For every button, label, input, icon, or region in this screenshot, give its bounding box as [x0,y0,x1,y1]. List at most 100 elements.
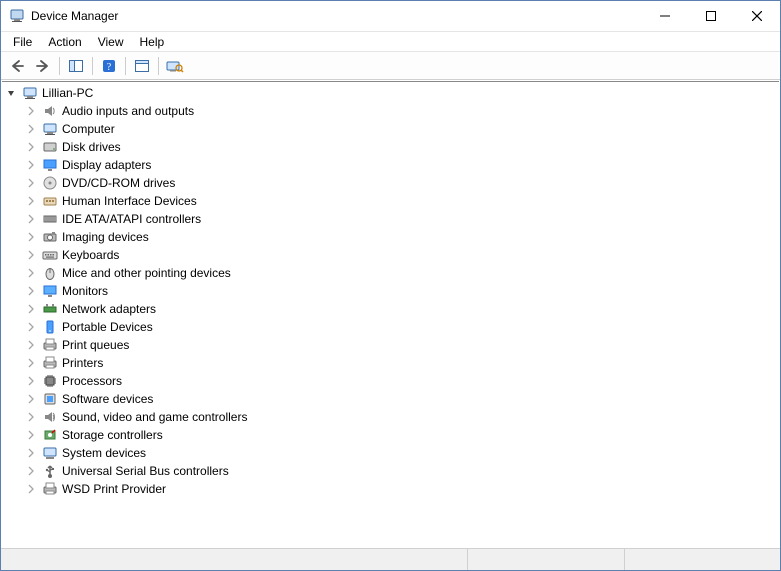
tree-category-label: Printers [62,356,103,370]
expander-icon[interactable] [26,340,40,350]
expander-icon[interactable] [26,484,40,494]
minimize-button[interactable] [642,1,688,31]
tree-category-node[interactable]: Monitors [26,282,775,300]
maximize-button[interactable] [688,1,734,31]
expander-icon[interactable] [26,322,40,332]
printqueue-icon [42,337,58,353]
show-hide-tree-button[interactable] [64,55,88,77]
expander-icon[interactable] [26,412,40,422]
sound-icon [42,409,58,425]
device-tree-panel[interactable]: Lillian-PCAudio inputs and outputs Comput… [2,81,779,547]
tree-category-node[interactable]: Sound, video and game controllers [26,408,775,426]
tree-category-node[interactable]: Human Interface Devices [26,192,775,210]
expander-icon[interactable] [26,124,40,134]
tree-category-node[interactable]: Universal Serial Bus controllers [26,462,775,480]
tree-category-node[interactable]: Mice and other pointing devices [26,264,775,282]
expander-icon[interactable] [26,394,40,404]
tree-category-node[interactable]: Keyboards [26,246,775,264]
menu-view[interactable]: View [90,34,132,50]
expander-icon[interactable] [26,268,40,278]
ide-icon [42,211,58,227]
tree-category-label: Disk drives [62,140,121,154]
tree-category-label: Human Interface Devices [62,194,197,208]
tree-root-node[interactable]: Lillian-PC [6,84,775,102]
tree-category-node[interactable]: Audio inputs and outputs [26,102,775,120]
expander-icon[interactable] [26,214,40,224]
computer-icon [22,85,38,101]
tree-category-node[interactable]: WSD Print Provider [26,480,775,498]
toolbar: ? [1,52,780,80]
close-button[interactable] [734,1,780,31]
tree-category-node[interactable]: Imaging devices [26,228,775,246]
menu-action[interactable]: Action [40,34,89,50]
svg-text:?: ? [107,62,112,73]
tree-category-label: Display adapters [62,158,151,172]
tree-category-label: Monitors [62,284,108,298]
tree-category-label: WSD Print Provider [62,482,166,496]
tree-category-label: Sound, video and game controllers [62,410,247,424]
toolbar-separator [125,57,126,75]
tree-category-label: Keyboards [62,248,119,262]
tree-category-label: DVD/CD-ROM drives [62,176,175,190]
expander-icon[interactable] [26,376,40,386]
printer-icon [42,355,58,371]
expander-icon[interactable] [26,304,40,314]
tree-category-label: Network adapters [62,302,156,316]
usb-icon [42,463,58,479]
back-button[interactable] [5,55,29,77]
tree-category-node[interactable]: Software devices [26,390,775,408]
tree-category-node[interactable]: IDE ATA/ATAPI controllers [26,210,775,228]
tree-category-label: Imaging devices [62,230,149,244]
titlebar: Device Manager [1,1,780,32]
audio-icon [42,103,58,119]
tree-category-node[interactable]: Portable Devices [26,318,775,336]
status-cell [1,549,468,570]
expander-icon[interactable] [26,358,40,368]
network-icon [42,301,58,317]
help-button[interactable]: ? [97,55,121,77]
monitor-icon [42,283,58,299]
expander-icon[interactable] [26,466,40,476]
display-icon [42,157,58,173]
expander-icon[interactable] [26,250,40,260]
keyboard-icon [42,247,58,263]
status-cell [468,549,624,570]
expander-icon[interactable] [26,286,40,296]
window-controls [642,1,780,31]
tree-category-node[interactable]: Processors [26,372,775,390]
tree-category-label: IDE ATA/ATAPI controllers [62,212,201,226]
computer-icon [42,121,58,137]
expander-icon[interactable] [26,448,40,458]
tree-category-node[interactable]: Storage controllers [26,426,775,444]
tree-category-label: Computer [62,122,115,136]
tree-category-node[interactable]: Print queues [26,336,775,354]
tree-category-node[interactable]: Printers [26,354,775,372]
wsd-icon [42,481,58,497]
expander-icon[interactable] [26,178,40,188]
tree-category-label: Portable Devices [62,320,153,334]
tree-category-node[interactable]: System devices [26,444,775,462]
status-cell [625,549,780,570]
tree-category-node[interactable]: Computer [26,120,775,138]
expander-icon[interactable] [6,88,20,98]
expander-icon[interactable] [26,196,40,206]
tree-category-node[interactable]: Disk drives [26,138,775,156]
scan-hardware-button[interactable] [163,55,187,77]
action-button[interactable] [130,55,154,77]
expander-icon[interactable] [26,430,40,440]
menu-help[interactable]: Help [132,34,173,50]
tree-category-node[interactable]: Network adapters [26,300,775,318]
tree-category-label: Universal Serial Bus controllers [62,464,229,478]
expander-icon[interactable] [26,142,40,152]
tree-category-node[interactable]: DVD/CD-ROM drives [26,174,775,192]
forward-button[interactable] [31,55,55,77]
expander-icon[interactable] [26,106,40,116]
expander-icon[interactable] [26,160,40,170]
menu-file[interactable]: File [5,34,40,50]
tree-category-node[interactable]: Display adapters [26,156,775,174]
app-icon [9,8,25,24]
tree-category-label: Software devices [62,392,153,406]
expander-icon[interactable] [26,232,40,242]
hid-icon [42,193,58,209]
system-icon [42,445,58,461]
